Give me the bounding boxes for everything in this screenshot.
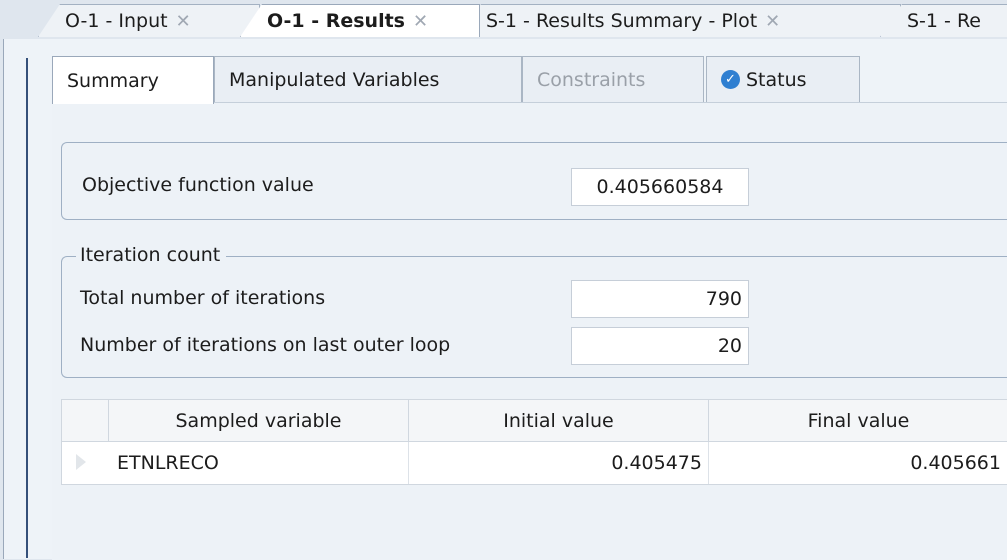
doc-tab-label: S-1 - Results Summary - Plot (486, 10, 758, 32)
last-loop-iterations-label: Number of iterations on last outer loop (80, 334, 451, 356)
tab-constraints: Constraints (522, 56, 704, 102)
table-cell-variable[interactable]: ETNLRECO (109, 442, 409, 484)
row-selector-icon[interactable] (76, 454, 86, 470)
tab-summary[interactable]: Summary (52, 56, 214, 104)
iteration-count-group (61, 256, 1007, 378)
doc-tab-label: O-1 - Input (65, 10, 168, 32)
tab-label: Status (746, 68, 807, 91)
last-loop-iterations-field[interactable]: 20 (571, 327, 749, 365)
table-cell-initial[interactable]: 0.405475 (409, 442, 709, 484)
table-cell-final[interactable]: 0.405661 (709, 442, 1007, 484)
doc-tab-label: O-1 - Results (267, 10, 405, 32)
check-circle-icon: ✓ (721, 70, 740, 89)
tab-status[interactable]: ✓ Status (706, 56, 860, 102)
tab-label: Constraints (537, 68, 646, 91)
row-header-corner (62, 400, 109, 442)
doc-tab-label: S-1 - Re (907, 10, 981, 32)
panel-accent-line (26, 58, 28, 558)
objective-label: Objective function value (82, 174, 314, 196)
column-header-sampled-variable[interactable]: Sampled variable (109, 400, 409, 442)
tab-label: Summary (67, 69, 159, 92)
doc-tab-s1-results-summary-plot[interactable]: S-1 - Results Summary - Plot ✕ (459, 4, 901, 37)
doc-tab-o1-input[interactable]: O-1 - Input ✕ (38, 4, 260, 37)
tab-label: Manipulated Variables (229, 68, 440, 91)
document-tab-strip: O-1 - Input ✕ O-1 - Results ✕ S-1 - Resu… (0, 0, 1007, 39)
total-iterations-field[interactable]: 790 (571, 280, 749, 318)
objective-value-field[interactable]: 0.405660584 (571, 168, 749, 206)
close-icon[interactable]: ✕ (765, 11, 780, 32)
sampled-variables-table: Sampled variable Initial value Final val… (61, 399, 1007, 485)
doc-tab-o1-results[interactable]: O-1 - Results ✕ (240, 4, 480, 37)
column-header-final-value[interactable]: Final value (709, 400, 1007, 442)
column-header-initial-value[interactable]: Initial value (409, 400, 709, 442)
doc-tab-s1-re[interactable]: S-1 - Re (880, 4, 1007, 37)
close-icon[interactable]: ✕ (413, 11, 428, 32)
iteration-group-label: Iteration count (76, 244, 227, 266)
total-iterations-label: Total number of iterations (80, 287, 326, 309)
close-icon[interactable]: ✕ (176, 11, 191, 32)
tab-manipulated-variables[interactable]: Manipulated Variables (214, 56, 522, 102)
